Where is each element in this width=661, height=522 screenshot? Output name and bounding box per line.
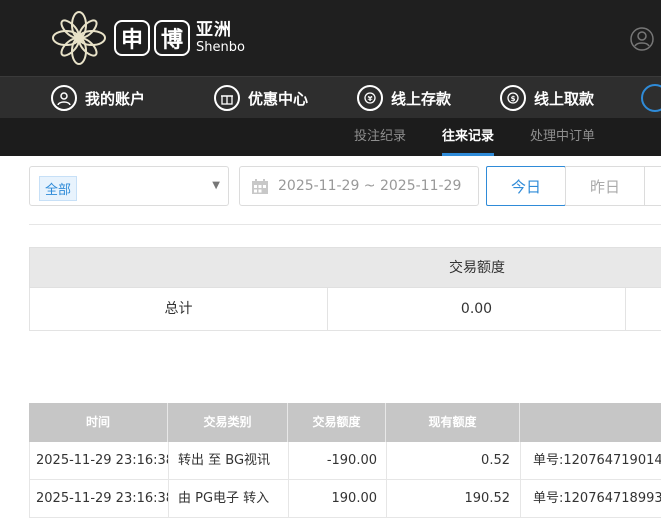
yesterday-button[interactable]: 昨日 bbox=[565, 166, 645, 206]
type-select-value: 全部 bbox=[39, 176, 78, 201]
summary-total-value: 0.00 bbox=[328, 288, 626, 330]
type-select[interactable]: 全部 ▼ bbox=[29, 166, 229, 206]
col-order bbox=[520, 403, 661, 442]
cell-type: 由 PG电子 转入 bbox=[169, 480, 289, 517]
cell-amount: -190.00 bbox=[289, 442, 387, 479]
summary-row: 总计 0.00 bbox=[29, 288, 661, 331]
nav-item-account[interactable]: 我的账户 bbox=[51, 77, 145, 119]
date-range-value: 2025-11-29 ~ 2025-11-29 bbox=[278, 178, 462, 194]
cell-time: 2025-11-29 23:16:38 bbox=[30, 480, 169, 517]
nav-label: 优惠中心 bbox=[248, 89, 309, 108]
brand-en: Shenbo bbox=[196, 40, 245, 55]
summary-header: 交易额度 bbox=[29, 247, 661, 288]
nav-label: 我的账户 bbox=[85, 89, 146, 108]
svg-text:$: $ bbox=[511, 95, 516, 103]
sub-nav: 投注纪录 往来记录 处理中订单 bbox=[0, 118, 661, 156]
brand-char-2: 博 bbox=[154, 20, 190, 56]
tab-pending-orders[interactable]: 处理中订单 bbox=[530, 118, 595, 156]
cell-order: 单号:120764718993 bbox=[533, 491, 661, 506]
divider bbox=[29, 224, 661, 225]
table-row: 2025-11-29 23:16:38 转出 至 BG视讯 -190.00 0.… bbox=[29, 442, 661, 480]
nav-item-promotions[interactable]: 优惠中心 bbox=[214, 77, 308, 119]
site-header: 申 博 亚洲 Shenbo bbox=[0, 0, 661, 76]
withdraw-icon: $ bbox=[500, 85, 526, 111]
deposit-icon: ¥ bbox=[357, 85, 383, 111]
brand-logo[interactable]: 申 博 亚洲 Shenbo bbox=[50, 8, 245, 68]
chevron-down-icon: ▼ bbox=[212, 180, 220, 191]
more-range-button[interactable] bbox=[644, 166, 661, 206]
cell-time: 2025-11-29 23:16:38 bbox=[30, 442, 169, 479]
summary-header-label: 交易额度 bbox=[449, 260, 505, 276]
user-profile-icon[interactable] bbox=[630, 27, 654, 51]
user-icon bbox=[51, 85, 77, 111]
svg-text:¥: ¥ bbox=[368, 95, 373, 103]
flower-logo-icon bbox=[52, 11, 106, 65]
records-header: 时间 交易类别 交易额度 现有额度 bbox=[29, 403, 661, 442]
tab-transaction-records[interactable]: 往来记录 bbox=[442, 118, 495, 156]
nav-item-deposit[interactable]: ¥ 线上存款 bbox=[357, 77, 451, 119]
brand-char-1: 申 bbox=[114, 20, 150, 56]
calendar-icon bbox=[252, 178, 268, 194]
col-balance: 现有额度 bbox=[386, 403, 520, 442]
nav-more-icon[interactable] bbox=[641, 84, 661, 112]
col-type: 交易类别 bbox=[168, 403, 288, 442]
gift-icon bbox=[214, 85, 240, 111]
main-nav: 我的账户 优惠中心 ¥ 线上存款 $ 线上取款 bbox=[0, 76, 661, 118]
date-range-input[interactable]: 2025-11-29 ~ 2025-11-29 bbox=[239, 166, 479, 206]
today-button[interactable]: 今日 bbox=[486, 166, 566, 206]
brand-cn: 亚洲 bbox=[196, 20, 232, 40]
cell-amount: 190.00 bbox=[289, 480, 387, 517]
tab-bet-records[interactable]: 投注纪录 bbox=[354, 118, 406, 156]
nav-item-withdraw[interactable]: $ 线上取款 bbox=[500, 77, 594, 119]
cell-balance: 190.52 bbox=[387, 480, 521, 517]
cell-balance: 0.52 bbox=[387, 442, 521, 479]
nav-label: 线上取款 bbox=[534, 89, 595, 108]
col-time: 时间 bbox=[29, 403, 168, 442]
cell-type: 转出 至 BG视讯 bbox=[169, 442, 289, 479]
col-amount: 交易额度 bbox=[288, 403, 386, 442]
nav-label: 线上存款 bbox=[391, 89, 452, 108]
table-row: 2025-11-29 23:16:38 由 PG电子 转入 190.00 190… bbox=[29, 480, 661, 518]
cell-order: 单号:120764719014 bbox=[533, 453, 661, 468]
summary-total-label: 总计 bbox=[30, 288, 328, 330]
